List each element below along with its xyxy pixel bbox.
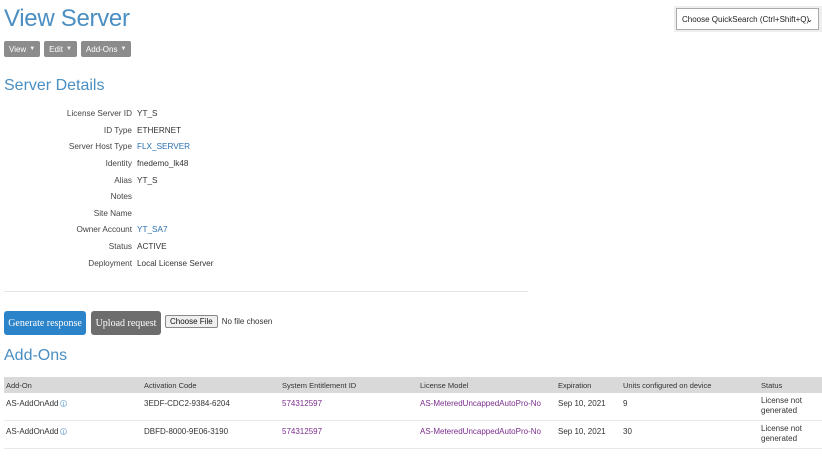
chevron-down-icon: ⌄: [806, 15, 813, 24]
quicksearch-label: Choose QuickSearch (Ctrl+Shift+Q): [682, 14, 810, 24]
caret-down-icon: ▼: [29, 46, 36, 52]
activation-code-cell: DBFD-8000-9E06-3190: [144, 427, 229, 436]
table-row: AS-AddOnAdd 3EDF-CDC2-9384-6204 57431259…: [4, 393, 822, 421]
units-cell: 30: [623, 427, 632, 436]
units-cell: 9: [623, 399, 628, 408]
status-cell: License not generated: [761, 424, 802, 443]
quicksearch-select[interactable]: Choose QuickSearch (Ctrl+Shift+Q) ⌄: [676, 8, 819, 30]
column-header[interactable]: Expiration: [556, 377, 621, 393]
info-icon[interactable]: [60, 428, 68, 435]
server-host-type-link[interactable]: FLX_SERVER: [137, 142, 190, 151]
table-header: Add-On Activation Code System Entitlemen…: [4, 377, 822, 393]
owner-account-link[interactable]: YT_SA7: [137, 225, 168, 234]
column-header[interactable]: Status: [759, 377, 822, 393]
generate-response-button[interactable]: Generate response: [4, 311, 86, 335]
page-title: View Server: [4, 5, 130, 32]
status-cell: License not generated: [761, 396, 802, 415]
column-header[interactable]: Units configured on device: [621, 377, 759, 393]
info-icon[interactable]: [60, 400, 68, 407]
view-menu-button[interactable]: View ▼: [4, 41, 41, 57]
addon-cell: AS-AddOnAdd: [4, 421, 142, 448]
server-details-title: Server Details: [4, 77, 105, 94]
entitlement-id-link[interactable]: 574312597: [280, 421, 418, 448]
addons-title: Add-Ons: [4, 347, 68, 364]
license-model-link[interactable]: AS-MeteredUncappedAutoPro-No: [418, 393, 556, 420]
column-header[interactable]: Activation Code: [142, 377, 280, 393]
addons-menu-button[interactable]: Add-Ons ▼: [80, 41, 132, 57]
expiration-cell: Sep 10, 2021: [558, 399, 606, 408]
expiration-cell: Sep 10, 2021: [558, 427, 606, 436]
addon-cell: AS-AddOnAdd: [4, 393, 142, 420]
action-menu-bar: View ▼ Edit ▼ Add-Ons ▼: [4, 41, 132, 57]
caret-down-icon: ▼: [120, 46, 127, 52]
table-row: AS-AddOnAdd DBFD-8000-9E06-3190 57431259…: [4, 421, 822, 449]
activation-code-cell: 3EDF-CDC2-9384-6204: [144, 399, 230, 408]
edit-menu-button[interactable]: Edit ▼: [44, 41, 77, 57]
no-file-label: No file chosen: [221, 317, 273, 326]
column-header[interactable]: License Model: [418, 377, 556, 393]
section-divider: [4, 291, 528, 292]
upload-request-button[interactable]: Upload request: [91, 311, 161, 335]
column-header[interactable]: Add-On: [4, 377, 142, 393]
caret-down-icon: ▼: [65, 46, 72, 52]
file-input: Choose File No file chosen: [165, 315, 272, 328]
choose-file-button[interactable]: Choose File: [165, 315, 218, 328]
entitlement-id-link[interactable]: 574312597: [280, 393, 418, 420]
addons-table: Add-On Activation Code System Entitlemen…: [4, 377, 822, 449]
license-model-link[interactable]: AS-MeteredUncappedAutoPro-No: [418, 421, 556, 448]
column-header[interactable]: System Entitlement ID: [280, 377, 418, 393]
